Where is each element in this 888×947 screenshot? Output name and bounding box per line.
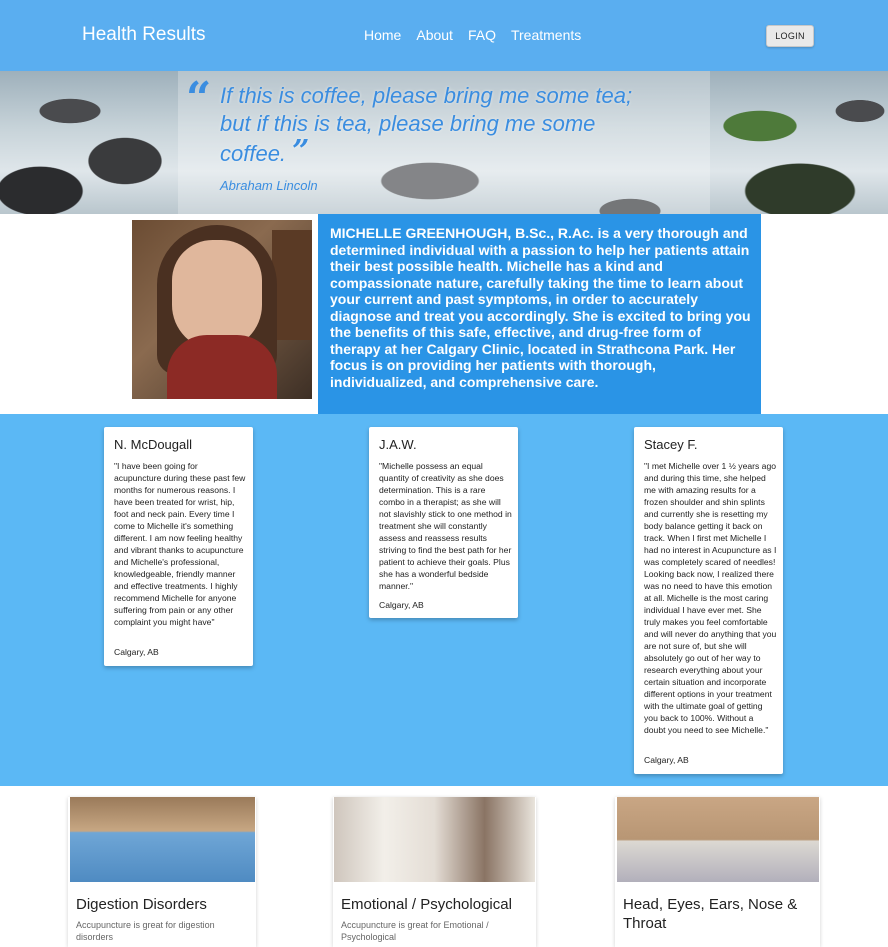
service-title: Head, Eyes, Ears, Nose & Throat [623, 896, 798, 932]
service-title: Digestion Disorders [76, 896, 207, 913]
photo-scarf [167, 335, 277, 399]
brand-logo[interactable]: Health Results [82, 24, 206, 46]
testimonial-text: "I have been going for acupuncture durin… [114, 461, 246, 627]
photo-face [172, 240, 262, 350]
testimonial-location: Calgary, AB [114, 647, 159, 657]
login-button[interactable]: LOGIN [766, 25, 814, 47]
hero-quote-author: Abraham Lincoln [220, 178, 318, 193]
close-quote-icon: ” [292, 134, 310, 169]
testimonial-card: Stacey F. "I met Michelle over 1 ½ years… [634, 427, 783, 774]
service-title: Emotional / Psychological [341, 896, 512, 913]
service-image [70, 797, 255, 882]
service-card-heent[interactable]: Head, Eyes, Ears, Nose & Throat [615, 797, 820, 947]
testimonial-location: Calgary, AB [379, 600, 424, 610]
service-card-digestion[interactable]: Digestion Disorders Accupuncture is grea… [68, 797, 256, 947]
bio-panel: MICHELLE GREENHOUGH, B.Sc., R.Ac. is a v… [318, 214, 761, 414]
testimonial-card: N. McDougall "I have been going for acup… [104, 427, 253, 666]
testimonial-name: N. McDougall [114, 437, 193, 452]
service-description: Accupuncture is great for digestion diso… [76, 920, 215, 942]
photo-background-frame [272, 230, 312, 340]
nav-link-faq[interactable]: FAQ [468, 27, 496, 43]
nav-link-treatments[interactable]: Treatments [511, 27, 581, 43]
hero-quote-text: If this is coffee, please bring me some … [220, 83, 633, 166]
hero-quote: If this is coffee, please bring me some … [220, 82, 660, 168]
bio-text: MICHELLE GREENHOUGH, B.Sc., R.Ac. is a v… [330, 225, 751, 390]
testimonials-section: N. McDougall "I have been going for acup… [0, 414, 888, 786]
testimonial-location: Calgary, AB [644, 755, 689, 765]
service-description: Accupuncture is great for Emotional / Ps… [341, 920, 489, 942]
service-image [334, 797, 535, 882]
open-quote-icon: “ [186, 73, 212, 124]
testimonial-text: "I met Michelle over 1 ½ years ago and d… [644, 461, 777, 735]
navbar: Health Results Home About FAQ Treatments… [0, 0, 888, 71]
service-image [617, 797, 819, 882]
nav-link-about[interactable]: About [416, 27, 453, 43]
practitioner-photo [132, 220, 312, 399]
testimonial-card: J.A.W. "Michelle possess an equal quanti… [369, 427, 518, 618]
nav-links: Home About FAQ Treatments [364, 27, 581, 43]
testimonial-name: Stacey F. [644, 437, 698, 452]
hero-banner: “ If this is coffee, please bring me som… [0, 71, 888, 214]
testimonial-text: "Michelle possess an equal quantity of c… [379, 461, 512, 591]
testimonial-name: J.A.W. [379, 437, 417, 452]
service-card-emotional[interactable]: Emotional / Psychological Accupuncture i… [333, 797, 536, 947]
nav-link-home[interactable]: Home [364, 27, 401, 43]
